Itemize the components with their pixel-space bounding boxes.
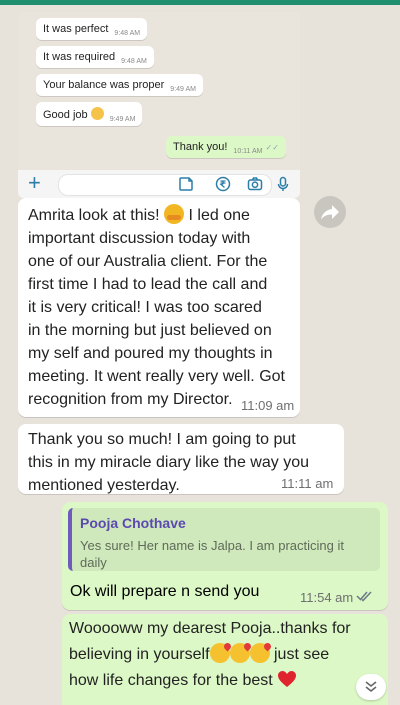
- forward-button[interactable]: [314, 196, 346, 228]
- screenshot-message-field: [58, 174, 272, 196]
- read-ticks-icon: [356, 591, 372, 602]
- hugging-face-emoji: [164, 204, 185, 224]
- screenshot-message: Good job 9:49 AM: [36, 102, 143, 126]
- quoted-message[interactable]: Pooja Chothave Yes sure! Her name is Jal…: [68, 508, 380, 571]
- face-blowing-kiss-emoji: [209, 643, 230, 663]
- screenshot-outgoing-message: Thank you! 10:11 AM ✓✓: [166, 136, 286, 158]
- outgoing-message-bubble[interactable]: Wooooww my dearest Pooja..thanks for bel…: [62, 614, 388, 705]
- screenshot-message: It was perfect 9:48 AM: [36, 18, 148, 40]
- face-blowing-kiss-emoji: [249, 643, 270, 663]
- forward-icon: [321, 205, 339, 220]
- red-heart-emoji: [278, 671, 297, 687]
- app-top-bar: [0, 0, 400, 5]
- shared-screenshot-image[interactable]: It was perfect 9:48 AM It was required 9:4…: [18, 12, 300, 198]
- clapping-hands-icon: [90, 107, 104, 120]
- screenshot-message: Your balance was proper 9:49 AM: [36, 74, 203, 96]
- screenshot-message: It was required 9:48 AM: [36, 46, 154, 68]
- reply-text: Ok will prepare n send you: [70, 583, 260, 600]
- double-chevron-down-icon: [365, 681, 377, 693]
- incoming-message-bubble[interactable]: Amrita look at this! I led one important…: [18, 198, 300, 417]
- quoted-author: Pooja Chothave: [80, 515, 186, 531]
- camera-icon: [247, 177, 263, 191]
- incoming-message-bubble[interactable]: Thank you so much! I am going to put thi…: [18, 424, 344, 494]
- message-timestamp: 11:54 am: [300, 590, 354, 605]
- quoted-text: Yes sure! Her name is Jalpa. I am practi…: [80, 538, 344, 570]
- face-blowing-kiss-emoji: [229, 643, 250, 663]
- scroll-to-bottom-button[interactable]: [356, 674, 386, 700]
- double-tick-icon: ✓✓: [265, 143, 279, 152]
- sticker-icon: [179, 177, 193, 191]
- screenshot-compose-bar: +: [18, 170, 300, 198]
- mic-icon: [277, 176, 289, 191]
- rupee-icon: [215, 176, 231, 192]
- message-timestamp: 11:11 am: [281, 476, 334, 491]
- plus-icon: +: [28, 170, 41, 195]
- message-timestamp: 11:09 am: [241, 398, 295, 413]
